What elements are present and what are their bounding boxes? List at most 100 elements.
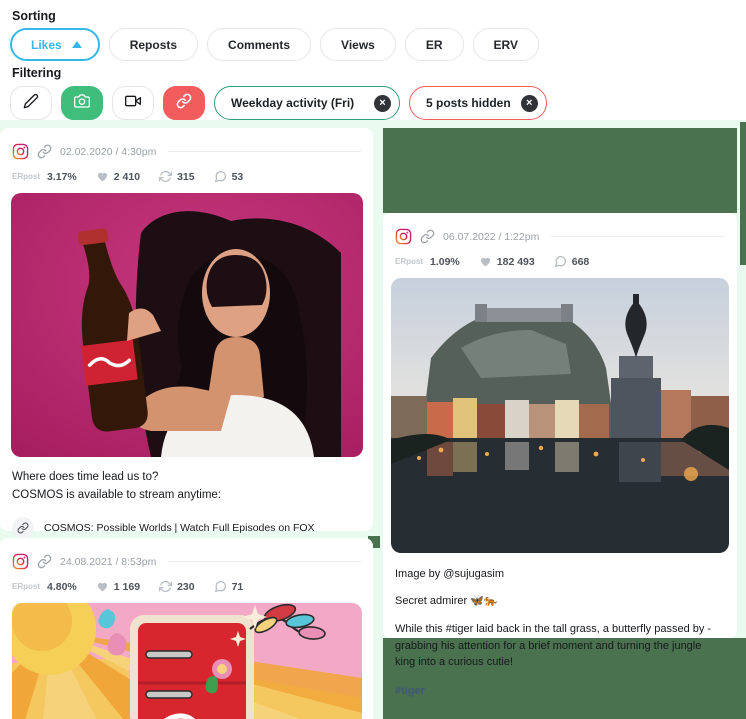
hidden-post-block <box>383 128 737 213</box>
er-label: ERpost <box>12 582 40 591</box>
video-camera-icon <box>124 93 141 114</box>
comment-icon <box>214 170 226 183</box>
caption-line: Where does time lead us to? <box>12 471 159 483</box>
likes-stat: 2 410 <box>96 170 140 183</box>
post-image-fridge[interactable] <box>11 603 362 719</box>
comment-icon <box>554 255 566 268</box>
comments-count: 668 <box>571 255 590 268</box>
remove-filter-icon[interactable]: × <box>520 94 538 112</box>
sort-option-comments[interactable]: Comments <box>207 28 312 61</box>
repost-icon <box>159 170 173 183</box>
post-date: 06.07.2022 / 1:22pm <box>443 230 540 243</box>
likes-count: 2 410 <box>113 170 141 183</box>
post-image-dinant[interactable] <box>391 278 729 553</box>
sorting-label: Sorting <box>12 9 56 23</box>
filter-chip-posts-hidden[interactable]: 5 posts hidden × <box>409 86 547 120</box>
reposts-stat: 230 <box>159 580 195 593</box>
chip-label: 5 posts hidden <box>426 96 511 110</box>
header-divider <box>168 561 361 562</box>
post-card-fridge: 24.08.2021 / 8:53pm ERpost 4.80% 1 169 2… <box>0 538 373 719</box>
post-card-tiger: 06.07.2022 / 1:22pm ERpost 1.09% 182 493… <box>383 213 737 697</box>
post-link-icon[interactable] <box>37 144 52 159</box>
comment-icon <box>214 580 226 593</box>
post-header: 24.08.2021 / 8:53pm <box>12 553 361 570</box>
sort-option-likes[interactable]: Likes <box>10 28 100 61</box>
controls-header: Sorting Likes Reposts Comments Views ER … <box>0 0 746 120</box>
post-header: 02.02.2020 / 4:30pm <box>12 143 361 160</box>
reposts-count: 315 <box>177 170 195 183</box>
post-caption: Image by @sujugasim Secret admirer 🦋🐅 Wh… <box>395 566 723 671</box>
post-date: 02.02.2020 / 4:30pm <box>60 145 157 158</box>
filter-chip-weekday-activity[interactable]: Weekday activity (Fri) × <box>214 86 400 120</box>
sort-direction-up-icon[interactable] <box>71 41 82 48</box>
post-stats: ERpost 1.09% 182 493 668 <box>395 255 725 268</box>
instagram-icon <box>12 553 29 570</box>
comments-count: 71 <box>231 580 244 593</box>
comments-stat: 71 <box>214 580 244 593</box>
filter-photo-posts-button[interactable] <box>61 86 103 120</box>
hidden-post-sliver <box>740 122 746 265</box>
post-header: 06.07.2022 / 1:22pm <box>395 228 725 245</box>
heart-icon <box>97 582 107 592</box>
post-caption: Where does time lead us to? COSMOS is av… <box>12 469 361 505</box>
post-image-cocacola[interactable] <box>10 193 363 457</box>
er-value: 4.80% <box>47 580 77 593</box>
er-label: ERpost <box>395 257 423 266</box>
post-stats: ERpost 3.17% 2 410 315 53 <box>12 170 361 183</box>
sort-option-label: ERV <box>493 37 518 52</box>
header-divider <box>551 236 725 237</box>
filtering-row: Weekday activity (Fri) × 5 posts hidden … <box>10 86 547 120</box>
remove-filter-icon[interactable]: × <box>374 94 391 112</box>
repost-icon <box>159 580 173 593</box>
likes-stat: 1 169 <box>96 580 140 593</box>
sort-option-label: Comments <box>228 37 291 52</box>
post-card-cosmos: 02.02.2020 / 4:30pm ERpost 3.17% 2 410 3… <box>0 128 373 539</box>
post-link-icon[interactable] <box>420 229 435 244</box>
filter-video-posts-button[interactable] <box>112 86 154 120</box>
likes-stat: 182 493 <box>479 255 535 268</box>
filtering-label: Filtering <box>12 66 62 80</box>
comments-count: 53 <box>231 170 244 183</box>
sort-option-views[interactable]: Views <box>320 28 396 61</box>
caption-line: While this #tiger laid back in the tall … <box>395 623 712 668</box>
app-screen: Sorting Likes Reposts Comments Views ER … <box>0 0 746 719</box>
likes-count: 182 493 <box>496 255 535 268</box>
caption-line: Secret admirer 🦋🐅 <box>395 594 498 607</box>
caption-line: Image by @sujugasim <box>395 568 504 580</box>
caption-line: COSMOS is available to stream anytime: <box>12 488 221 501</box>
chip-label: Weekday activity (Fri) <box>231 96 355 110</box>
hashtag-link[interactable]: #tiger <box>395 685 725 697</box>
link-icon <box>176 93 192 114</box>
er-value: 3.17% <box>47 170 77 183</box>
sort-option-erv[interactable]: ERV <box>472 28 539 61</box>
post-stats: ERpost 4.80% 1 169 230 71 <box>12 580 361 593</box>
er-label: ERpost <box>12 172 40 181</box>
filter-text-posts-button[interactable] <box>10 86 52 120</box>
sort-option-label: ER <box>425 37 443 52</box>
likes-count: 1 169 <box>113 580 141 593</box>
photo-camera-icon <box>74 93 90 114</box>
attached-link-text[interactable]: COSMOS: Possible Worlds | Watch Full Epi… <box>44 522 315 534</box>
er-value: 1.09% <box>430 255 460 268</box>
post-link-icon[interactable] <box>37 554 52 569</box>
sorting-options-row: Likes Reposts Comments Views ER ERV <box>10 28 539 61</box>
sort-option-reposts[interactable]: Reposts <box>108 28 199 61</box>
instagram-icon <box>12 143 29 160</box>
post-attached-link[interactable]: COSMOS: Possible Worlds | Watch Full Epi… <box>12 516 361 539</box>
pencil-icon <box>23 93 39 114</box>
heart-icon <box>480 257 490 267</box>
sort-option-er[interactable]: ER <box>404 28 464 61</box>
instagram-icon <box>395 228 412 245</box>
sort-option-label: Likes <box>31 37 62 52</box>
comments-stat: 668 <box>554 255 590 268</box>
sort-option-label: Views <box>341 37 375 52</box>
reposts-stat: 315 <box>159 170 195 183</box>
heart-icon <box>97 172 107 182</box>
post-date: 24.08.2021 / 8:53pm <box>60 555 157 568</box>
posts-feed: 02.02.2020 / 4:30pm ERpost 3.17% 2 410 3… <box>0 120 746 719</box>
reposts-count: 230 <box>177 580 195 593</box>
filter-link-posts-button[interactable] <box>163 86 205 120</box>
sort-option-label: Reposts <box>129 37 178 52</box>
header-divider <box>168 151 361 152</box>
comments-stat: 53 <box>214 170 244 183</box>
